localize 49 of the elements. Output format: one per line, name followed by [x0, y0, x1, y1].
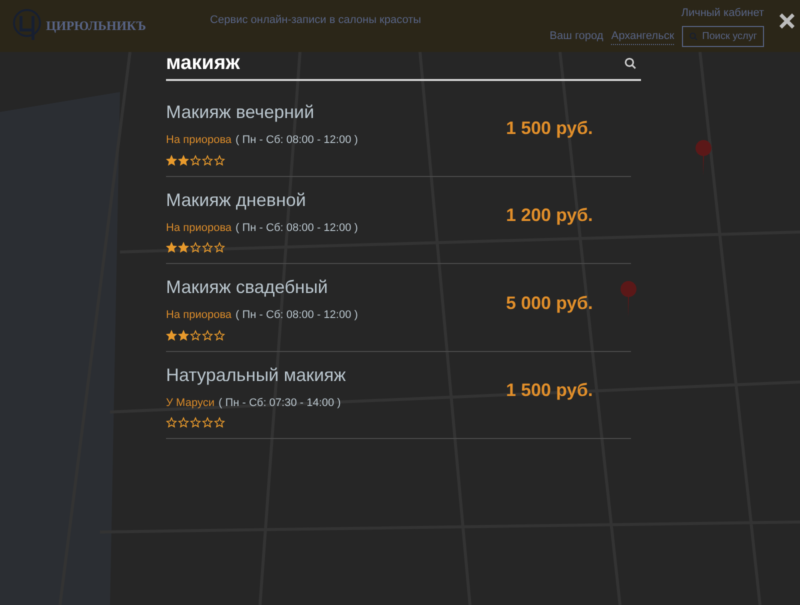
star-outline-icon — [202, 330, 213, 340]
star-outline-icon — [202, 154, 213, 166]
star-outline-icon — [214, 330, 225, 340]
salon-link[interactable]: На приорова — [166, 307, 232, 324]
logo-text: ЦИРЮЛЬНИКЪ — [46, 17, 146, 36]
result-item[interactable]: Макияж вечерний На приорова ( Пн - Сб: 08:00 - 12:00 ) 1 500 руб. — [166, 89, 631, 176]
working-hours: ( Пн - Сб: 08:00 - 12:00 ) — [236, 220, 358, 236]
working-hours: ( Пн - Сб: 08:00 - 12:00 ) — [236, 308, 358, 323]
working-hours: ( Пн - Сб: 08:00 - 12:00 ) — [236, 133, 358, 148]
price: 1 200 руб. — [506, 204, 594, 228]
salon-link[interactable]: У Маруси — [166, 394, 214, 411]
service-title: Макияж вечерний — [166, 101, 316, 124]
star-filled-icon — [166, 242, 177, 253]
result-item[interactable]: Макияж дневной На приорова ( Пн - Сб: 08:00 - 12:00 ) 1 200 руб. — [166, 176, 631, 264]
price: 1 500 руб. — [506, 116, 594, 140]
salon-link[interactable]: На приорова — [166, 220, 232, 236]
star-outline-icon — [202, 417, 213, 428]
service-title: Макияж дневной — [166, 188, 307, 212]
result-item[interactable]: Макияж свадебный На приорова ( Пн - Сб: 08:00 - 12:00 ) 5 000 руб. — [166, 264, 631, 352]
star-outline-icon — [190, 154, 201, 166]
service-title: Макияж свадебный — [166, 276, 329, 299]
search-field[interactable]: макияж — [166, 53, 641, 81]
service-title: Натуральный макияж — [166, 364, 347, 387]
city-label: Ваш город — [550, 29, 604, 44]
price: 5 000 руб. — [506, 292, 594, 315]
tagline: Сервис онлайн-записи в салоны красоты — [210, 12, 422, 28]
salon-link[interactable]: На приорова — [166, 132, 232, 148]
star-outline-icon — [214, 242, 225, 253]
search-input[interactable]: макияж — [166, 53, 624, 73]
search-icon — [689, 32, 698, 41]
star-filled-icon — [166, 330, 177, 340]
star-outline-icon — [190, 330, 201, 340]
star-filled-icon — [178, 154, 189, 166]
star-outline-icon — [166, 417, 177, 428]
price: 1 500 руб. — [506, 379, 594, 402]
star-outline-icon — [178, 417, 189, 428]
star-outline-icon — [214, 154, 225, 166]
star-outline-icon — [214, 417, 225, 428]
star-outline-icon — [190, 242, 201, 253]
star-outline-icon — [202, 242, 213, 253]
close-button[interactable] — [778, 12, 796, 30]
star-filled-icon — [166, 154, 177, 166]
search-icon[interactable] — [624, 56, 637, 70]
working-hours: ( Пн - Сб: 07:30 - 14:00 ) — [218, 396, 341, 410]
star-filled-icon — [178, 242, 189, 253]
result-item[interactable]: Натуральный макияж У Маруси ( Пн - Сб: 07:30 - 14:00 ) 1 500 руб. — [166, 352, 631, 439]
close-icon — [778, 12, 796, 30]
star-filled-icon — [178, 330, 189, 340]
star-outline-icon — [190, 417, 201, 428]
